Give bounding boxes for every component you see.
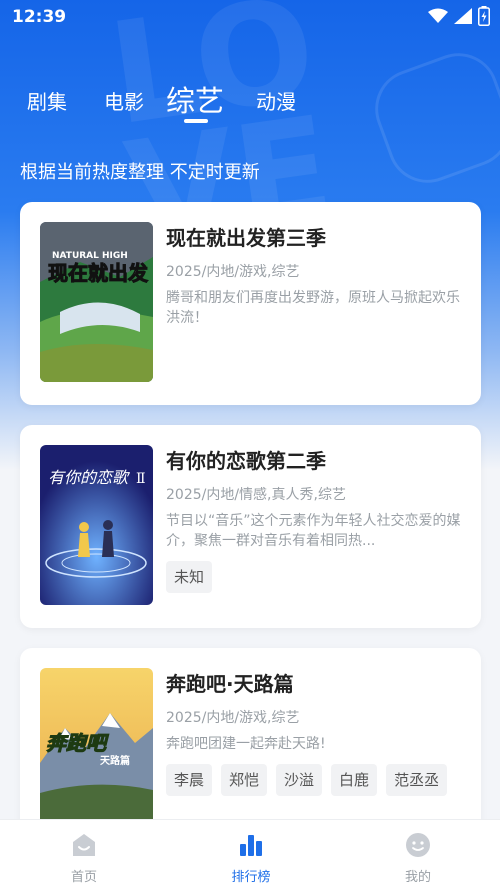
tag-chip[interactable]: 沙溢 (276, 764, 323, 796)
tab-indicator (184, 119, 208, 123)
nav-profile-label: 我的 (404, 870, 431, 885)
card-meta: 2025/内地/游戏,综艺 (166, 264, 300, 280)
poster-image[interactable]: 有你的恋歌 Ⅱ (40, 445, 153, 605)
tag-chip[interactable]: 白鹿 (331, 764, 378, 796)
chart-icon (240, 835, 262, 856)
card-description: 奔跑吧团建一起奔赴天路! (166, 736, 326, 752)
tab-variety[interactable]: 综艺 (166, 78, 224, 120)
nav-ranking-label: 排行榜 (231, 870, 271, 885)
card-meta: 2025/内地/游戏,综艺 (166, 710, 300, 726)
poster-image[interactable]: 现在就出发 NATURAL HIGH (40, 222, 153, 382)
card-description: 节目以“音乐”这个元素作为年轻人社交恋爱的媒介，聚焦一群对音乐有着相同热... (166, 513, 461, 549)
tab-movie[interactable]: 电影 (104, 86, 144, 115)
tag-chip[interactable]: 范丞丞 (386, 764, 448, 796)
tab-drama[interactable]: 剧集 (27, 86, 67, 115)
category-tabs: 剧集 电影 综艺 动漫 (0, 78, 500, 128)
wifi-icon (428, 8, 448, 23)
tag-list: 未知 (166, 561, 462, 593)
status-time: 12:39 (12, 7, 67, 27)
poster-image[interactable]: 奔跑吧 天路篇 (40, 668, 153, 828)
poster-subtitle: Ⅱ (136, 471, 146, 487)
tag-chip[interactable]: 李晨 (166, 764, 213, 796)
poster-title: 现在就出发 (48, 261, 149, 285)
card-title[interactable]: 有你的恋歌第二季 (166, 445, 462, 479)
poster-title: 有你的恋歌 (48, 468, 131, 487)
ranking-card[interactable]: 现在就出发 NATURAL HIGH 现在就出发第三季 2025/内地/游戏,综… (20, 202, 481, 405)
card-description: 腾哥和朋友们再度出发野游，原班人马掀起欢乐洪流！ (166, 290, 460, 326)
poster-subtitle: 天路篇 (100, 754, 130, 767)
tag-list: 李晨 郑恺 沙溢 白鹿 范丞丞 (166, 764, 462, 796)
poster-title: 奔跑吧 (46, 731, 109, 755)
bottom-navigation: 首页 排行榜 我的 (0, 819, 500, 890)
tag-chip[interactable]: 郑恺 (221, 764, 268, 796)
home-icon (73, 834, 95, 856)
tab-anime[interactable]: 动漫 (256, 86, 296, 115)
poster-subtitle: NATURAL HIGH (52, 251, 128, 261)
nav-home-label: 首页 (70, 870, 97, 885)
status-bar: 12:39 (0, 0, 500, 34)
nav-profile[interactable]: 我的 (378, 832, 458, 885)
profile-icon (406, 833, 430, 857)
nav-home[interactable]: 首页 (44, 832, 124, 885)
page-subtitle: 根据当前热度整理 不定时更新 (20, 162, 260, 183)
battery-icon (478, 6, 490, 26)
card-meta: 2025/内地/情感,真人秀,综艺 (166, 487, 346, 503)
ranking-card[interactable]: 有你的恋歌 Ⅱ 有你的恋歌第二季 2025/内地/情感,真人秀,综艺 节目以“音… (20, 425, 481, 628)
nav-ranking[interactable]: 排行榜 (211, 832, 291, 885)
tag-chip[interactable]: 未知 (166, 561, 213, 593)
signal-icon (454, 8, 472, 24)
card-title[interactable]: 现在就出发第三季 (166, 222, 462, 256)
card-title[interactable]: 奔跑吧·天路篇 (166, 668, 462, 702)
